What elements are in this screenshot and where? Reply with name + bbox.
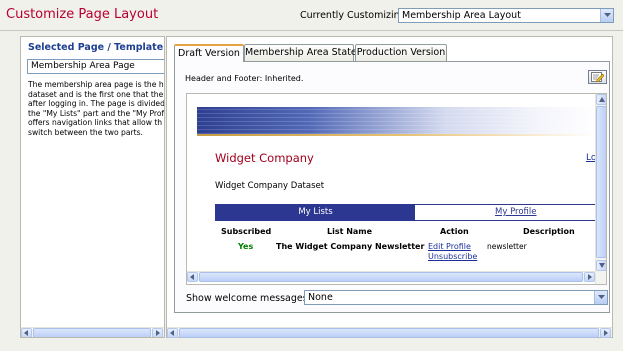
chevron-down-icon[interactable] xyxy=(600,9,613,22)
tab-draft-version[interactable]: Draft Version xyxy=(174,44,244,62)
layout-preview: Widget Company Lo Widget Company Dataset… xyxy=(186,93,607,285)
left-horizontal-scrollbar[interactable] xyxy=(21,327,164,337)
subscribed-value: Yes xyxy=(238,242,254,251)
scroll-left-icon[interactable] xyxy=(21,328,32,337)
column-header-description: Description xyxy=(523,227,575,236)
column-header-subscribed: Subscribed xyxy=(221,227,272,236)
page-template-field[interactable]: Membership Area Page xyxy=(27,59,164,74)
company-name: Widget Company xyxy=(215,151,314,165)
welcome-messages-select[interactable]: None xyxy=(304,290,608,305)
list-description: newsletter xyxy=(487,242,527,251)
scroll-thumb[interactable] xyxy=(199,272,583,282)
customizing-select-value: Membership Area Layout xyxy=(402,10,521,21)
column-header-action: Action xyxy=(440,227,469,236)
scroll-down-icon[interactable] xyxy=(596,260,606,271)
template-heading: Selected Page / Template: xyxy=(28,42,165,53)
preview-vertical-scrollbar[interactable] xyxy=(595,94,606,284)
chevron-down-icon[interactable] xyxy=(594,291,607,304)
scroll-thumb[interactable] xyxy=(179,328,599,338)
scroll-left-icon[interactable] xyxy=(167,328,178,338)
customizing-select[interactable]: Membership Area Layout xyxy=(398,8,614,23)
scroll-right-icon[interactable] xyxy=(600,328,611,338)
preview-banner xyxy=(197,107,598,134)
preview-banner-stripe xyxy=(197,134,598,136)
scroll-up-icon[interactable] xyxy=(596,94,606,105)
right-horizontal-scrollbar[interactable] xyxy=(167,327,612,338)
scroll-left-icon[interactable] xyxy=(187,272,198,282)
preview-tabs: My Lists My Profile xyxy=(215,204,600,221)
dataset-name: Widget Company Dataset xyxy=(215,181,325,191)
list-name: The Widget Company Newsletter xyxy=(276,242,425,251)
tab-membership-area-state[interactable]: Membership Area State xyxy=(244,44,357,61)
tab-my-profile[interactable]: My Profile xyxy=(495,205,537,220)
template-panel: Selected Page / Template: Membership Are… xyxy=(20,36,165,338)
unsubscribe-link[interactable]: Unsubscribe xyxy=(428,252,477,261)
tab-production-version[interactable]: Production Version xyxy=(355,44,447,61)
template-description: The membership area page is the h datase… xyxy=(28,80,165,137)
welcome-messages-label: Show welcome messages: xyxy=(186,293,311,304)
edit-profile-link[interactable]: Edit Profile xyxy=(428,242,471,251)
scroll-thumb[interactable] xyxy=(33,328,151,337)
edit-pencil-icon[interactable] xyxy=(588,70,607,84)
header-footer-status: Header and Footer: Inherited. xyxy=(185,74,304,83)
customizing-label: Currently Customizing: xyxy=(300,10,409,21)
scroll-right-icon[interactable] xyxy=(152,328,163,337)
scroll-right-icon[interactable] xyxy=(584,272,595,282)
scroll-thumb[interactable] xyxy=(596,106,606,258)
preview-horizontal-scrollbar[interactable] xyxy=(187,271,595,282)
tab-my-lists[interactable]: My Lists xyxy=(216,205,415,220)
page-title: Customize Page Layout xyxy=(6,7,159,22)
header-divider xyxy=(0,30,623,31)
welcome-messages-value: None xyxy=(308,292,333,303)
column-header-list-name: List Name xyxy=(327,227,373,236)
